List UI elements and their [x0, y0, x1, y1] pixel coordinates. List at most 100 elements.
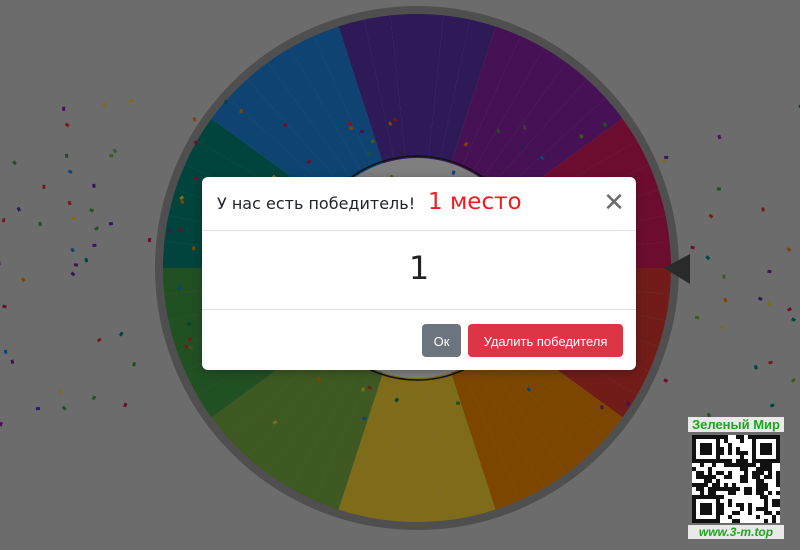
qr-module: [760, 471, 764, 475]
qr-module: [716, 443, 720, 447]
qr-module: [700, 511, 704, 515]
qr-module: [720, 447, 724, 451]
qr-module: [764, 475, 768, 479]
qr-module: [760, 491, 764, 495]
qr-module: [700, 507, 704, 511]
winner-number: 1: [408, 249, 430, 287]
qr-module: [708, 459, 712, 463]
qr-module: [720, 471, 724, 475]
qr-module: [700, 463, 704, 467]
qr-module: [748, 487, 752, 491]
qr-module: [744, 459, 748, 463]
qr-module: [696, 483, 700, 487]
qr-module: [760, 507, 764, 511]
qr-module: [704, 479, 708, 483]
qr-module: [736, 463, 740, 467]
ok-button[interactable]: Ок: [422, 324, 461, 357]
qr-module: [764, 483, 768, 487]
qr-module: [700, 487, 704, 491]
qr-module: [716, 455, 720, 459]
qr-module: [712, 435, 716, 439]
qr-module: [740, 463, 744, 467]
qr-module: [776, 511, 780, 515]
qr-module: [696, 475, 700, 479]
qr-module: [752, 451, 756, 455]
qr-module: [716, 435, 720, 439]
qr-module: [712, 483, 716, 487]
qr-module: [736, 447, 740, 451]
qr-module: [760, 435, 764, 439]
qr-module: [704, 475, 708, 479]
qr-module: [708, 503, 712, 507]
qr-module: [736, 451, 740, 455]
qr-module: [692, 483, 696, 487]
close-icon[interactable]: ✕: [602, 190, 626, 216]
qr-module: [744, 471, 748, 475]
qr-module: [756, 487, 760, 491]
qr-module: [752, 447, 756, 451]
qr-module: [736, 435, 740, 439]
qr-module: [692, 439, 696, 443]
qr-module: [732, 519, 736, 523]
qr-module: [720, 487, 724, 491]
remove-winner-button[interactable]: Удалить победителя: [468, 324, 623, 357]
qr-module: [740, 459, 744, 463]
qr-module: [728, 451, 732, 455]
qr-module: [732, 463, 736, 467]
qr-module: [748, 503, 752, 507]
qr-module: [744, 475, 748, 479]
site-badge[interactable]: Зеленый Мир www.3-m.top: [688, 417, 784, 545]
qr-module: [704, 507, 708, 511]
qr-module: [776, 503, 780, 507]
qr-module: [776, 443, 780, 447]
qr-module: [764, 463, 768, 467]
qr-module: [692, 455, 696, 459]
qr-module: [776, 471, 780, 475]
qr-module: [776, 439, 780, 443]
qr-module: [772, 515, 776, 519]
qr-module: [760, 479, 764, 483]
qr-module: [696, 495, 700, 499]
qr-module: [768, 459, 772, 463]
qr-module: [756, 507, 760, 511]
qr-module: [744, 467, 748, 471]
qr-module: [760, 443, 764, 447]
qr-module: [764, 495, 768, 499]
qr-module: [748, 511, 752, 515]
qr-module: [712, 487, 716, 491]
qr-module: [716, 439, 720, 443]
qr-module: [768, 471, 772, 475]
qr-module: [708, 451, 712, 455]
qr-module: [708, 507, 712, 511]
qr-module: [764, 503, 768, 507]
qr-module: [704, 447, 708, 451]
qr-module: [716, 519, 720, 523]
qr-module: [756, 515, 760, 519]
qr-module: [720, 495, 724, 499]
qr-module: [736, 459, 740, 463]
qr-module: [752, 455, 756, 459]
qr-module: [700, 471, 704, 475]
qr-module: [724, 475, 728, 479]
qr-module: [760, 487, 764, 491]
qr-module: [704, 435, 708, 439]
qr-module: [716, 483, 720, 487]
qr-module: [700, 519, 704, 523]
qr-module: [768, 491, 772, 495]
qr-module: [716, 507, 720, 511]
qr-module: [728, 471, 732, 475]
qr-module: [692, 511, 696, 515]
qr-module: [736, 511, 740, 515]
qr-module: [752, 439, 756, 443]
qr-module: [692, 503, 696, 507]
qr-module: [756, 471, 760, 475]
qr-module: [772, 503, 776, 507]
qr-module: [768, 451, 772, 455]
winner-place-label: 1 место: [428, 189, 522, 215]
qr-module: [748, 463, 752, 467]
qr-module: [776, 499, 780, 503]
qr-module: [724, 487, 728, 491]
qr-module: [696, 471, 700, 475]
qr-module: [700, 459, 704, 463]
qr-module: [776, 491, 780, 495]
